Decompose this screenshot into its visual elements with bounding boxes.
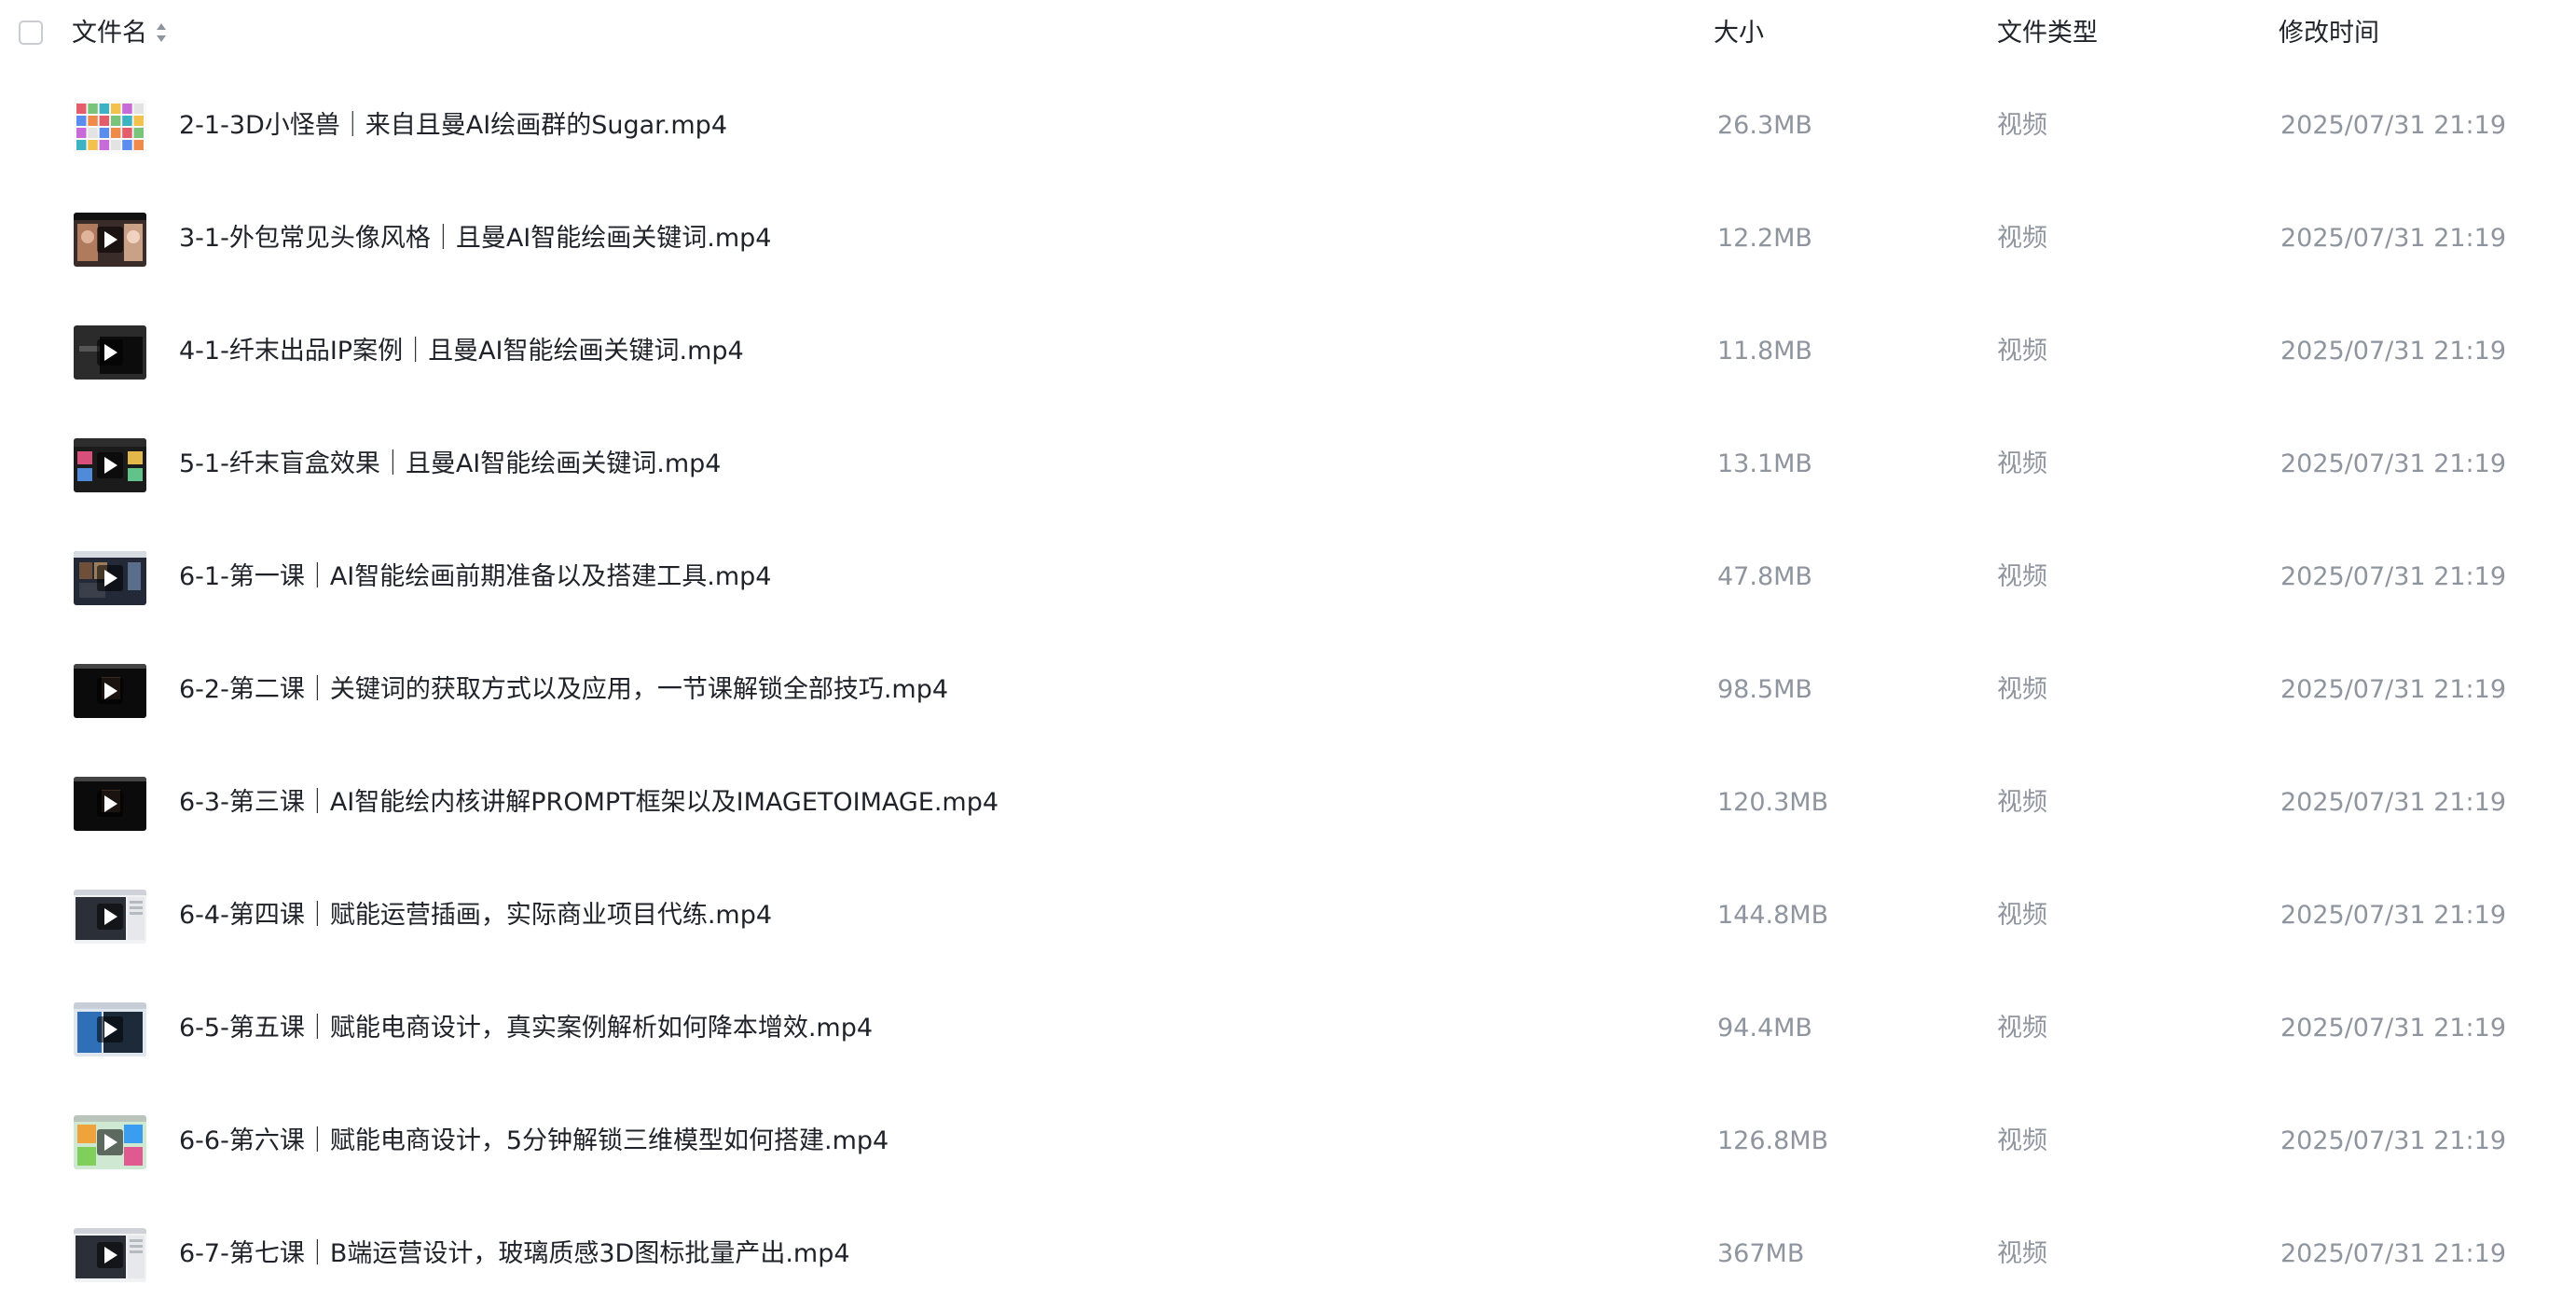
file-size: 98.5MB <box>1717 675 1812 704</box>
file-size: 26.3MB <box>1717 111 1812 140</box>
file-type: 视频 <box>1997 1126 2047 1155</box>
modified-time: 2025/07/31 21:19 <box>2280 562 2507 591</box>
play-icon <box>74 664 146 718</box>
column-header-size[interactable]: 大小 <box>1714 17 1764 50</box>
modified-time: 2025/07/31 21:19 <box>2280 449 2507 478</box>
modified-time: 2025/07/31 21:19 <box>2280 788 2507 817</box>
column-header-name[interactable]: 文件名 <box>72 17 168 50</box>
file-type: 视频 <box>1997 449 2047 478</box>
file-name[interactable]: 6-4-第四课｜赋能运营插画，实际商业项目代练.mp4 <box>179 898 772 933</box>
modified-time: 2025/07/31 21:19 <box>2280 337 2507 366</box>
video-thumbnail[interactable] <box>74 438 146 492</box>
video-thumbnail[interactable] <box>74 325 146 380</box>
modified-time: 2025/07/31 21:19 <box>2280 1239 2507 1268</box>
play-icon <box>74 325 146 380</box>
play-icon <box>74 438 146 492</box>
play-icon <box>74 100 146 154</box>
file-name[interactable]: 6-7-第七课｜B端运营设计，玻璃质感3D图标批量产出.mp4 <box>179 1236 850 1272</box>
play-icon <box>74 213 146 267</box>
file-type: 视频 <box>1997 1239 2047 1268</box>
table-row[interactable]: 6-4-第四课｜赋能运营插画，实际商业项目代练.mp4 144.8MB 视频 2025… <box>0 861 2576 974</box>
table-row[interactable]: 6-7-第七课｜B端运营设计，玻璃质感3D图标批量产出.mp4 367MB 视频 20… <box>0 1199 2576 1312</box>
play-icon <box>74 1115 146 1169</box>
play-icon <box>74 890 146 944</box>
table-row[interactable]: 2-1-3D小怪兽｜来自且曼AI绘画群的Sugar.mp4 26.3MB 视频 202… <box>0 71 2576 184</box>
file-type: 视频 <box>1997 111 2047 140</box>
file-name[interactable]: 6-3-第三课｜AI智能绘内核讲解PROMPT框架以及IMAGETOIMAGE.… <box>179 785 999 821</box>
file-size: 47.8MB <box>1717 562 1812 591</box>
file-size: 367MB <box>1717 1239 1805 1268</box>
file-list: 文件名 大小 文件类型 修改时间 2-1-3D小怪兽｜来自且曼AI绘画群的Sug… <box>0 0 2576 1282</box>
table-row[interactable]: 5-1-纤末盲盒效果｜且曼AI智能绘画关键词.mp4 13.1MB 视频 2025/0… <box>0 409 2576 522</box>
video-thumbnail[interactable] <box>74 100 146 154</box>
table-row[interactable]: 6-1-第一课｜AI智能绘画前期准备以及搭建工具.mp4 47.8MB 视频 2025… <box>0 522 2576 635</box>
table-row[interactable]: 6-2-第二课｜关键词的获取方式以及应用，一节课解锁全部技巧.mp4 98.5MB… <box>0 635 2576 748</box>
file-size: 144.8MB <box>1717 901 1829 930</box>
modified-time: 2025/07/31 21:19 <box>2280 901 2507 930</box>
select-all-checkbox[interactable] <box>19 21 43 45</box>
modified-time: 2025/07/31 21:19 <box>2280 111 2507 140</box>
sort-icon[interactable] <box>155 21 168 45</box>
play-icon <box>74 1228 146 1282</box>
table-row[interactable]: 4-1-纤末出品IP案例｜且曼AI智能绘画关键词.mp4 11.8MB 视频 2025… <box>0 297 2576 409</box>
play-icon <box>74 551 146 605</box>
column-header-type[interactable]: 文件类型 <box>1997 17 2098 50</box>
modified-time: 2025/07/31 21:19 <box>2280 1014 2507 1043</box>
play-icon <box>74 777 146 831</box>
modified-time: 2025/07/31 21:19 <box>2280 224 2507 253</box>
video-thumbnail[interactable] <box>74 664 146 718</box>
video-thumbnail[interactable] <box>74 213 146 267</box>
modified-time: 2025/07/31 21:19 <box>2280 1126 2507 1155</box>
table-row[interactable]: 3-1-外包常见头像风格｜且曼AI智能绘画关键词.mp4 12.2MB 视频 2025… <box>0 184 2576 297</box>
file-name[interactable]: 5-1-纤末盲盒效果｜且曼AI智能绘画关键词.mp4 <box>179 447 721 482</box>
column-header-name-label: 文件名 <box>72 19 147 48</box>
video-thumbnail[interactable] <box>74 1115 146 1169</box>
file-name[interactable]: 6-5-第五课｜赋能电商设计，真实案例解析如何降本增效.mp4 <box>179 1011 873 1046</box>
file-name[interactable]: 6-6-第六课｜赋能电商设计，5分钟解锁三维模型如何搭建.mp4 <box>179 1124 889 1159</box>
table-row[interactable]: 6-6-第六课｜赋能电商设计，5分钟解锁三维模型如何搭建.mp4 126.8MB 视… <box>0 1086 2576 1199</box>
file-type: 视频 <box>1997 562 2047 591</box>
video-thumbnail[interactable] <box>74 1228 146 1282</box>
file-name[interactable]: 4-1-纤末出品IP案例｜且曼AI智能绘画关键词.mp4 <box>179 334 744 369</box>
file-size: 12.2MB <box>1717 224 1812 253</box>
file-type: 视频 <box>1997 224 2047 253</box>
play-icon <box>74 1002 146 1057</box>
table-header: 文件名 大小 文件类型 修改时间 <box>0 0 2576 67</box>
file-name[interactable]: 3-1-外包常见头像风格｜且曼AI智能绘画关键词.mp4 <box>179 221 771 256</box>
modified-time: 2025/07/31 21:19 <box>2280 675 2507 704</box>
file-type: 视频 <box>1997 901 2047 930</box>
file-type: 视频 <box>1997 675 2047 704</box>
video-thumbnail[interactable] <box>74 551 146 605</box>
file-size: 11.8MB <box>1717 337 1812 366</box>
file-type: 视频 <box>1997 788 2047 817</box>
file-size: 94.4MB <box>1717 1014 1812 1043</box>
file-name[interactable]: 6-1-第一课｜AI智能绘画前期准备以及搭建工具.mp4 <box>179 559 771 595</box>
file-type: 视频 <box>1997 337 2047 366</box>
file-name[interactable]: 2-1-3D小怪兽｜来自且曼AI绘画群的Sugar.mp4 <box>179 108 727 144</box>
column-header-modified[interactable]: 修改时间 <box>2279 17 2379 50</box>
table-row[interactable]: 6-5-第五课｜赋能电商设计，真实案例解析如何降本增效.mp4 94.4MB 视频 2… <box>0 974 2576 1086</box>
video-thumbnail[interactable] <box>74 777 146 831</box>
video-thumbnail[interactable] <box>74 890 146 944</box>
file-size: 120.3MB <box>1717 788 1829 817</box>
video-thumbnail[interactable] <box>74 1002 146 1057</box>
file-type: 视频 <box>1997 1014 2047 1043</box>
file-size: 126.8MB <box>1717 1126 1829 1155</box>
table-row[interactable]: 6-3-第三课｜AI智能绘内核讲解PROMPT框架以及IMAGETOIMAGE.… <box>0 748 2576 861</box>
file-size: 13.1MB <box>1717 449 1812 478</box>
file-name[interactable]: 6-2-第二课｜关键词的获取方式以及应用，一节课解锁全部技巧.mp4 <box>179 672 948 708</box>
